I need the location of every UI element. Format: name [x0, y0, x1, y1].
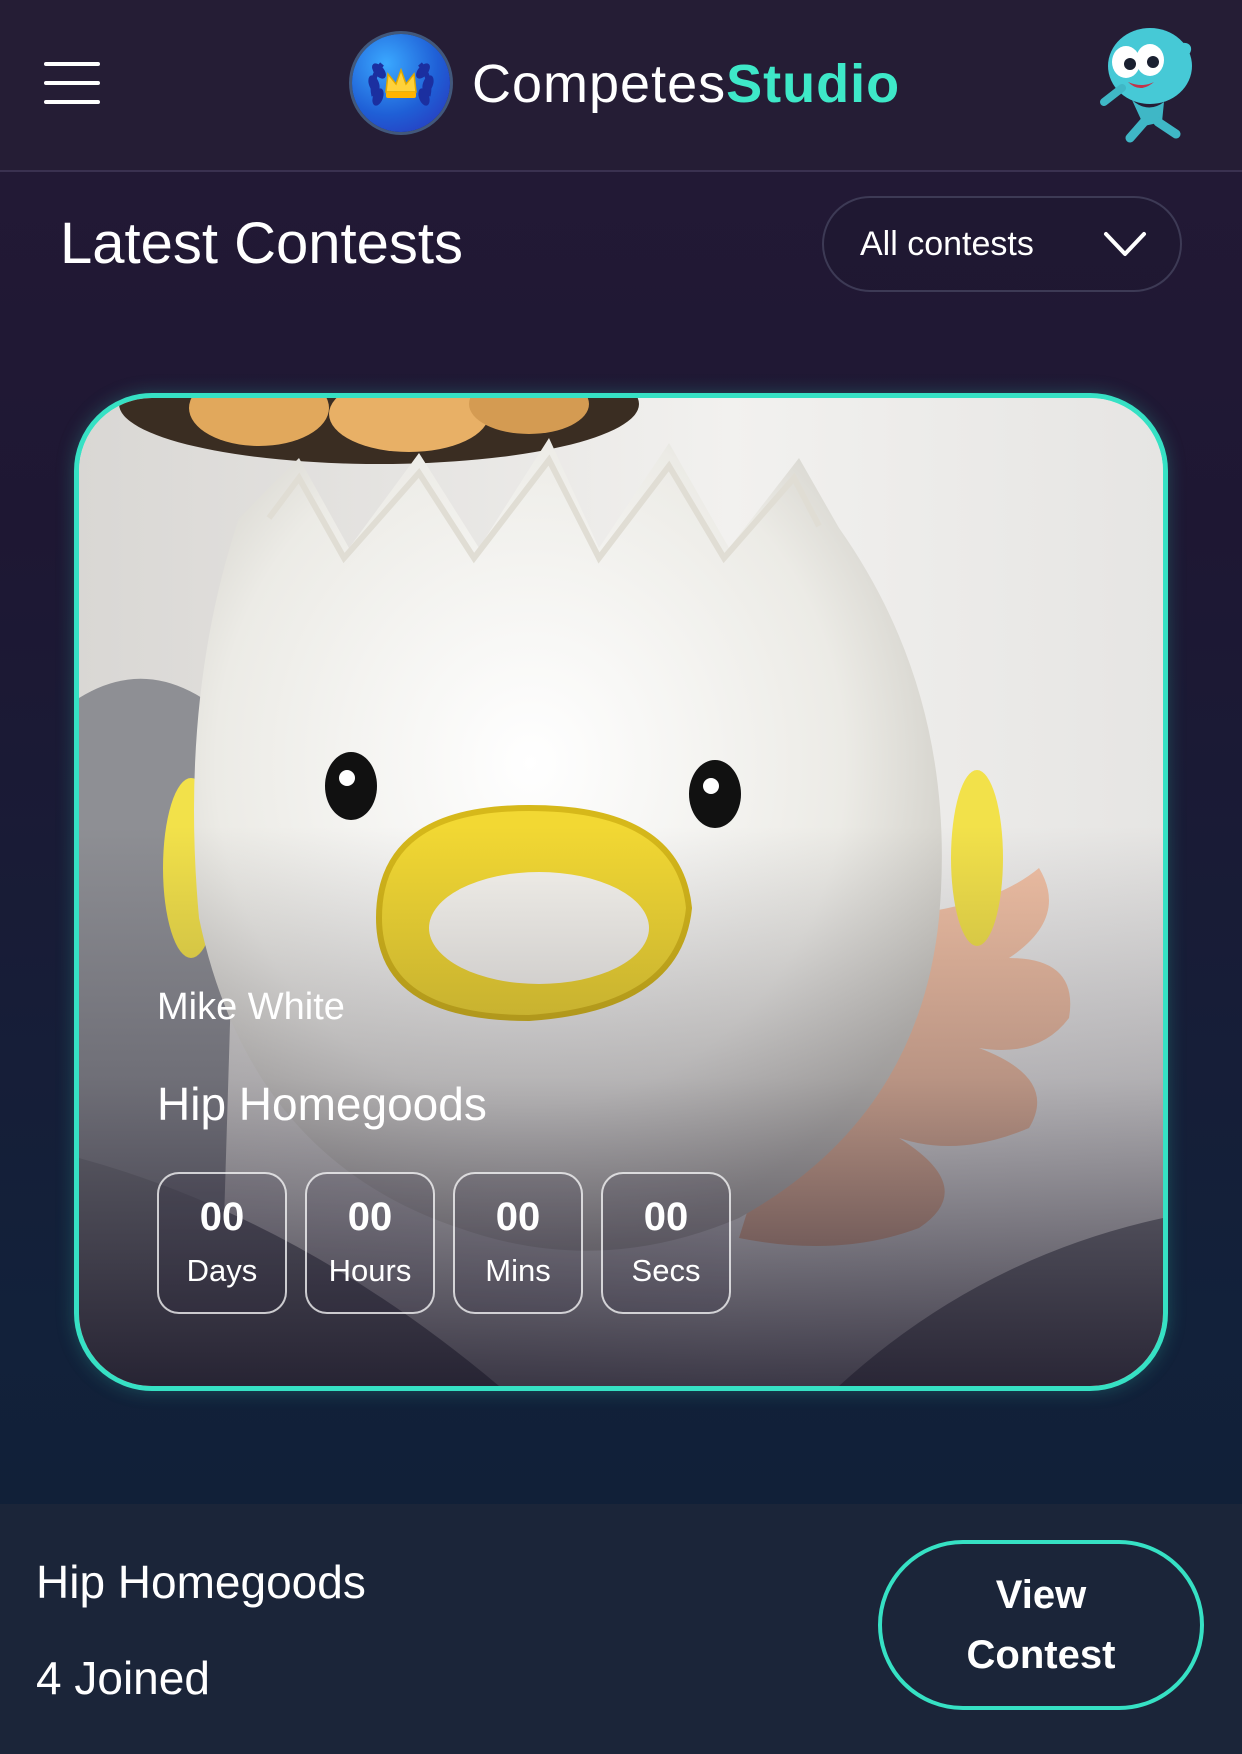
footer-contest-name: Hip Homegoods	[36, 1556, 366, 1608]
hamburger-menu-icon[interactable]	[44, 62, 100, 104]
timer-value: 00	[643, 1195, 689, 1239]
timer-value: 00	[495, 1195, 541, 1239]
contest-name: Hip Homegoods	[157, 1078, 487, 1130]
chevron-down-icon	[1104, 232, 1146, 256]
timer-unit: Hours	[328, 1253, 412, 1288]
timer-secs: 00 Secs	[601, 1172, 731, 1314]
countdown-timer: 00 Days 00 Hours 00 Mins 00 Secs	[157, 1172, 731, 1314]
timer-mins: 00 Mins	[453, 1172, 583, 1314]
timer-value: 00	[347, 1195, 393, 1239]
joined-count: 4 Joined	[36, 1652, 210, 1704]
timer-value: 00	[199, 1195, 245, 1239]
contest-filter-value: All contests	[860, 225, 1034, 263]
contest-footer-bar: Hip Homegoods 4 Joined View Contest	[0, 1504, 1242, 1754]
timer-hours: 00 Hours	[305, 1172, 435, 1314]
crown-laurel-logo-icon	[352, 34, 450, 132]
brand-name-part1: Competes	[472, 54, 727, 114]
app-header: CompetesStudio	[0, 0, 1242, 172]
contest-creator: Mike White	[157, 986, 345, 1028]
timer-unit: Days	[186, 1253, 258, 1288]
timer-unit: Mins	[485, 1253, 551, 1288]
timer-days: 00 Days	[157, 1172, 287, 1314]
page-title: Latest Contests	[60, 211, 463, 276]
alien-mascot-icon[interactable]	[1092, 22, 1204, 144]
contest-card[interactable]: Mike White Hip Homegoods 00 Days 00 Hour…	[74, 393, 1168, 1391]
brand-name[interactable]: CompetesStudio	[472, 48, 900, 120]
timer-unit: Secs	[631, 1253, 701, 1288]
brand-name-part2: Studio	[726, 54, 901, 114]
view-contest-button[interactable]: View Contest	[878, 1540, 1204, 1710]
contest-filter-dropdown[interactable]: All contests	[822, 196, 1182, 292]
